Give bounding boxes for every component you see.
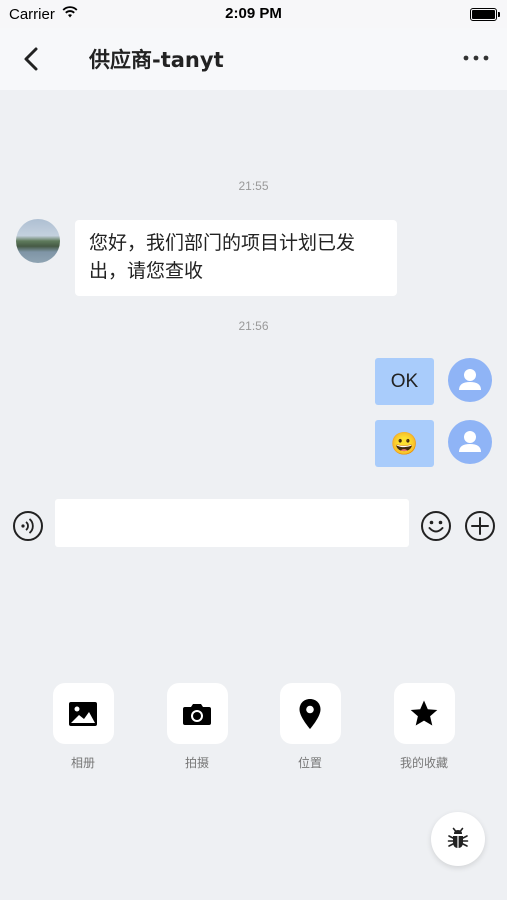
navigation-bar: 供应商-tanyt — [0, 28, 507, 90]
more-dots-icon — [463, 55, 489, 61]
user-icon — [459, 369, 481, 390]
bug-icon — [447, 827, 469, 848]
plus-circle-icon — [465, 511, 495, 541]
more-button[interactable] — [463, 48, 489, 68]
back-button[interactable] — [18, 42, 48, 76]
tool-location[interactable]: 位置 — [260, 683, 360, 771]
outgoing-emoji-bubble[interactable]: 😀 — [375, 420, 434, 467]
camera-icon — [183, 703, 211, 725]
tool-camera[interactable]: 拍摄 — [147, 683, 247, 771]
tool-label: 相册 — [70, 756, 95, 770]
voice-button[interactable] — [12, 510, 44, 542]
more-options-button[interactable] — [464, 510, 496, 542]
my-avatar[interactable] — [448, 358, 492, 402]
message-timestamp: 21:55 — [238, 179, 269, 193]
debug-button[interactable] — [431, 812, 485, 866]
user-icon — [459, 431, 481, 452]
input-bar — [0, 489, 507, 561]
message-timestamp: 21:56 — [238, 319, 269, 333]
contact-avatar[interactable] — [16, 219, 60, 263]
location-pin-icon — [299, 698, 321, 729]
incoming-message-bubble[interactable]: 您好，我们部门的项目计划已发出，请您查收 — [75, 220, 397, 296]
outgoing-message-bubble[interactable]: OK — [375, 358, 434, 405]
emoji-button[interactable] — [420, 510, 452, 542]
my-avatar[interactable] — [448, 420, 492, 464]
star-icon — [410, 700, 438, 725]
smiley-icon — [421, 511, 451, 541]
tool-label: 拍摄 — [184, 756, 209, 770]
status-time: 2:09 PM — [225, 5, 282, 22]
tool-album[interactable]: 相册 — [33, 683, 133, 771]
battery-icon — [470, 8, 500, 21]
tool-label: 位置 — [297, 756, 322, 770]
tool-favorites[interactable]: 我的收藏 — [374, 683, 474, 771]
chevron-left-icon — [24, 47, 38, 71]
voice-icon — [13, 511, 43, 541]
page-title: 供应商-tanyt — [89, 48, 224, 72]
image-icon — [69, 701, 97, 726]
tool-label: 我的收藏 — [399, 756, 448, 770]
status-bar: Carrier 2:09 PM — [0, 0, 507, 28]
message-input[interactable] — [55, 499, 409, 547]
